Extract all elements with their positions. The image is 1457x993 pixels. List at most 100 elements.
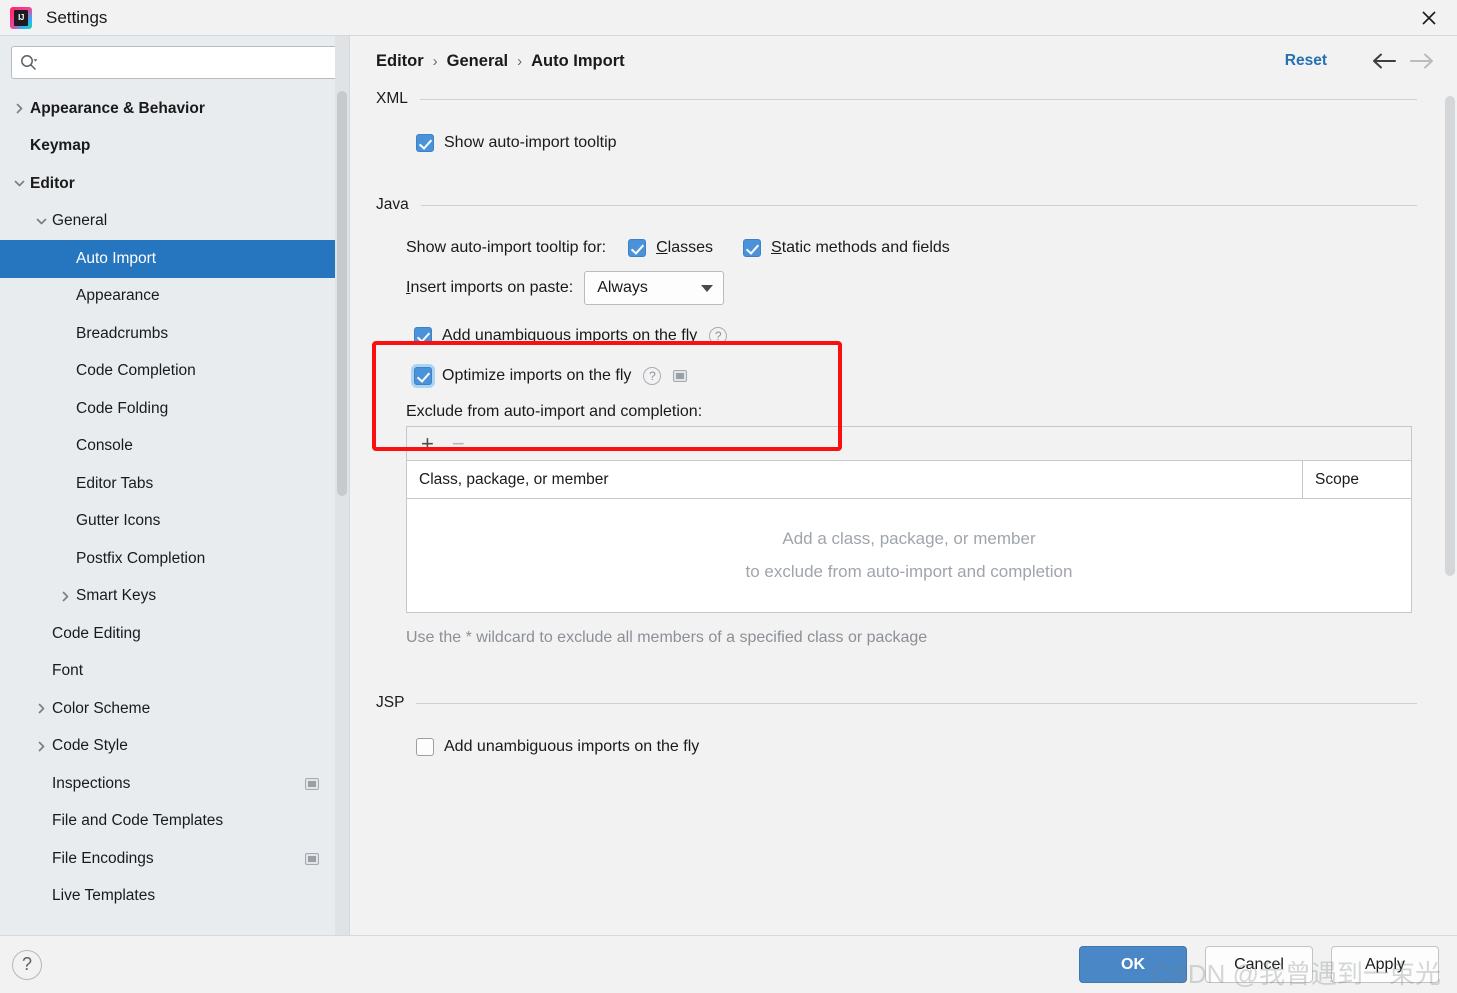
sidebar-item-gutter-icons[interactable]: Gutter Icons bbox=[0, 503, 349, 541]
sidebar-item-color-scheme[interactable]: Color Scheme bbox=[0, 690, 349, 728]
search-box[interactable] bbox=[11, 46, 338, 79]
dialog-body: Appearance & Behavior Keymap Editor General… bbox=[0, 35, 1457, 935]
content-scrollbar-track[interactable] bbox=[1443, 86, 1457, 935]
close-icon[interactable] bbox=[1401, 0, 1457, 35]
java-classes-label: Classes bbox=[656, 239, 714, 256]
section-divider bbox=[416, 702, 1417, 704]
search-icon bbox=[20, 54, 37, 71]
search-container bbox=[0, 36, 349, 87]
plus-icon[interactable]: + bbox=[421, 432, 434, 455]
java-tooltip-for-row: Show auto-import tooltip for: Classes St… bbox=[406, 239, 1417, 257]
sidebar-item-appearance-behavior[interactable]: Appearance & Behavior bbox=[0, 90, 349, 128]
help-icon[interactable]: ? bbox=[643, 367, 662, 385]
breadcrumb-item[interactable]: Auto Import bbox=[531, 52, 624, 71]
settings-tree[interactable]: Appearance & Behavior Keymap Editor General… bbox=[0, 87, 349, 935]
apply-button[interactable]: Apply bbox=[1331, 946, 1439, 983]
sidebar-item-label: Code Editing bbox=[52, 624, 141, 642]
sidebar-item-appearance[interactable]: Appearance bbox=[0, 278, 349, 316]
sidebar-item-live-templates[interactable]: Live Templates bbox=[0, 878, 349, 916]
exclude-section-label: Exclude from auto-import and completion: bbox=[406, 403, 703, 420]
wildcard-hint: Use the * wildcard to exclude all member… bbox=[406, 629, 928, 646]
sidebar-item-label: General bbox=[52, 212, 108, 230]
insert-imports-select[interactable]: Always bbox=[584, 271, 725, 305]
breadcrumb-separator: › bbox=[432, 52, 438, 70]
chevron-right-icon[interactable] bbox=[54, 590, 76, 603]
sidebar-scrollbar-track[interactable] bbox=[335, 36, 349, 935]
java-static-methods-checkbox[interactable] bbox=[743, 239, 762, 257]
sidebar-item-label: Gutter Icons bbox=[76, 512, 161, 530]
breadcrumb-item[interactable]: General bbox=[447, 52, 508, 71]
sidebar-item-console[interactable]: Console bbox=[0, 428, 349, 466]
sidebar-item-editor[interactable]: Editor bbox=[0, 165, 349, 203]
breadcrumb-item[interactable]: Editor bbox=[376, 52, 424, 71]
jsp-add-unambiguous-checkbox[interactable] bbox=[416, 738, 434, 756]
section-xml-title: XML bbox=[376, 90, 408, 107]
breadcrumb: Editor › General › Auto Import bbox=[376, 52, 625, 71]
column-header-class[interactable]: Class, package, or member bbox=[407, 461, 1303, 498]
column-header-scope[interactable]: Scope bbox=[1303, 461, 1411, 498]
cancel-button[interactable]: Cancel bbox=[1205, 946, 1313, 983]
java-add-unambiguous-label: Add unambiguous imports on the fly bbox=[442, 327, 698, 344]
chevron-right-icon[interactable] bbox=[30, 702, 52, 715]
breadcrumb-separator: › bbox=[517, 52, 523, 70]
sidebar-item-label: Smart Keys bbox=[76, 587, 157, 605]
sidebar-item-postfix-completion[interactable]: Postfix Completion bbox=[0, 540, 349, 578]
arrow-left-icon[interactable] bbox=[1367, 52, 1401, 70]
sidebar-item-code-style[interactable]: Code Style bbox=[0, 728, 349, 766]
jsp-add-unambiguous-row: Add unambiguous imports on the fly bbox=[416, 738, 1417, 756]
sidebar-scrollbar-thumb[interactable] bbox=[337, 91, 347, 496]
title-bar: IJ Settings bbox=[0, 0, 1457, 35]
sidebar-item-code-folding[interactable]: Code Folding bbox=[0, 390, 349, 428]
minus-icon[interactable]: − bbox=[452, 432, 465, 455]
sidebar-item-file-encodings[interactable]: File Encodings bbox=[0, 840, 349, 878]
sidebar-item-general[interactable]: General bbox=[0, 203, 349, 241]
sidebar-item-inspections[interactable]: Inspections bbox=[0, 765, 349, 803]
sidebar-item-label: Breadcrumbs bbox=[76, 324, 169, 342]
chevron-right-icon[interactable] bbox=[8, 102, 30, 115]
sidebar-item-editor-tabs[interactable]: Editor Tabs bbox=[0, 465, 349, 503]
exclude-table: + − Class, package, or member Scope Add … bbox=[406, 426, 1412, 613]
section-jsp-title: JSP bbox=[376, 694, 405, 711]
chevron-down-icon[interactable] bbox=[8, 177, 30, 190]
sidebar-item-label: Font bbox=[52, 662, 84, 680]
sidebar-item-label: Postfix Completion bbox=[76, 549, 206, 567]
settings-sidebar: Appearance & Behavior Keymap Editor General… bbox=[0, 36, 350, 935]
sidebar-item-smart-keys[interactable]: Smart Keys bbox=[0, 578, 349, 616]
java-add-unambiguous-checkbox[interactable] bbox=[414, 327, 432, 345]
section-jsp-header: JSP bbox=[376, 694, 1417, 712]
add-unambiguous-row: Add unambiguous imports on the fly ? bbox=[414, 327, 1417, 345]
optimize-imports-row: Optimize imports on the fly ? bbox=[414, 367, 1417, 385]
chevron-down-icon[interactable] bbox=[30, 215, 52, 228]
java-tooltip-for-label: Show auto-import tooltip for: bbox=[406, 239, 607, 256]
java-classes-checkbox[interactable] bbox=[628, 239, 647, 257]
sidebar-item-breadcrumbs[interactable]: Breadcrumbs bbox=[0, 315, 349, 353]
sidebar-item-code-completion[interactable]: Code Completion bbox=[0, 353, 349, 391]
help-icon[interactable]: ? bbox=[709, 327, 728, 345]
java-optimize-imports-checkbox[interactable] bbox=[414, 367, 432, 385]
sidebar-item-label: Editor Tabs bbox=[76, 474, 154, 492]
arrow-right-icon[interactable] bbox=[1405, 52, 1439, 70]
sidebar-item-label: Console bbox=[76, 437, 133, 455]
reset-link[interactable]: Reset bbox=[1285, 52, 1327, 70]
section-divider bbox=[419, 98, 1417, 100]
sidebar-item-font[interactable]: Font bbox=[0, 653, 349, 691]
help-icon[interactable]: ? bbox=[12, 949, 42, 980]
exclude-table-header: Class, package, or member Scope bbox=[407, 461, 1411, 499]
sidebar-item-file-and-code-templates[interactable]: File and Code Templates bbox=[0, 803, 349, 841]
sidebar-item-label: Appearance bbox=[76, 287, 160, 305]
insert-imports-row: Insert imports on paste: Always bbox=[406, 271, 1417, 305]
sidebar-item-label: Color Scheme bbox=[52, 699, 151, 717]
project-scope-icon bbox=[673, 370, 688, 382]
chevron-right-icon[interactable] bbox=[30, 740, 52, 753]
sidebar-item-label: Inspections bbox=[52, 774, 131, 792]
sidebar-item-auto-import[interactable]: Auto Import bbox=[0, 240, 349, 278]
xml-show-tooltip-label: Show auto-import tooltip bbox=[444, 134, 617, 151]
sidebar-item-code-editing[interactable]: Code Editing bbox=[0, 615, 349, 653]
sidebar-item-label: Live Templates bbox=[52, 887, 156, 905]
ok-button[interactable]: OK bbox=[1079, 946, 1187, 983]
xml-show-tooltip-checkbox[interactable] bbox=[416, 134, 434, 152]
sidebar-item-keymap[interactable]: Keymap bbox=[0, 128, 349, 166]
settings-scroll-area: XML Show auto-import tooltip Java Show a… bbox=[350, 86, 1457, 935]
content-scrollbar-thumb[interactable] bbox=[1445, 96, 1455, 576]
search-input[interactable] bbox=[37, 54, 329, 71]
